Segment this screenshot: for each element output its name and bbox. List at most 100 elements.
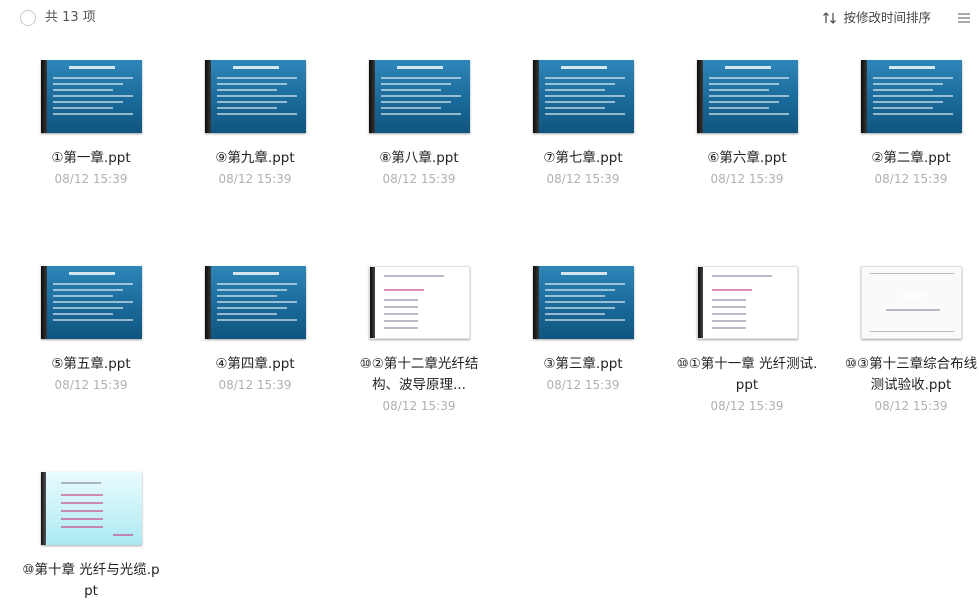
slide-text-line xyxy=(872,107,933,109)
slide-text-line xyxy=(383,306,418,308)
slide-text-line xyxy=(724,66,771,69)
slide-text-line xyxy=(869,331,954,332)
sort-label: 按修改时间排序 xyxy=(843,10,931,25)
slide-text-line xyxy=(383,289,424,291)
toolbar: 共 13 项 按修改时间排序 xyxy=(0,0,979,36)
file-item[interactable]: ⑤第五章.ppt 08/12 15:39 xyxy=(16,266,166,395)
slide-text-line xyxy=(380,113,461,115)
file-item[interactable]: ⑩第十章 光纤与光缆.ppt xyxy=(16,472,166,602)
file-date: 08/12 15:39 xyxy=(382,172,456,186)
sort-button[interactable]: 按修改时间排序 xyxy=(822,9,931,27)
file-item[interactable]: ①第一章.ppt 08/12 15:39 xyxy=(16,60,166,189)
file-item[interactable]: ⑩①第十一章 光纤测试.ppt 08/12 15:39 xyxy=(672,266,822,416)
slide-text-line xyxy=(872,89,933,91)
file-thumbnail-wrap xyxy=(672,266,822,346)
slide-text-line xyxy=(216,307,287,309)
slide-text-line xyxy=(60,510,103,512)
slide-text-line xyxy=(544,95,625,97)
file-name: ⑩第十章 光纤与光缆.ppt xyxy=(22,562,160,599)
file-name: ④第四章.ppt xyxy=(215,356,295,372)
slide-text-line xyxy=(112,534,133,536)
slide-text-line xyxy=(708,113,789,115)
slide-text-line xyxy=(544,301,625,303)
slide-text-line xyxy=(60,482,101,484)
file-date: 08/12 15:39 xyxy=(382,399,456,413)
slide-text-line xyxy=(52,289,123,291)
file-thumbnail-wrap xyxy=(16,60,166,140)
slide-text-line xyxy=(888,66,935,69)
slide-text-line xyxy=(52,77,133,79)
slide-text-line xyxy=(872,113,953,115)
file-date: 08/12 15:39 xyxy=(546,378,620,392)
file-item[interactable]: ⑩③第十三章综合布线测试验收.ppt 08/12 15:39 xyxy=(836,266,979,416)
slide-text-line xyxy=(544,283,625,285)
slide-text-line xyxy=(708,107,769,109)
slide-text-line xyxy=(216,83,287,85)
file-name: ⑩③第十三章综合布线测试验收.ppt xyxy=(844,356,978,393)
file-name: ⑦第七章.ppt xyxy=(543,150,623,166)
ppt-thumbnail xyxy=(40,472,142,545)
ppt-thumbnail xyxy=(40,60,142,133)
file-name: ⑨第九章.ppt xyxy=(215,150,295,166)
file-item[interactable]: ②第二章.ppt 08/12 15:39 xyxy=(836,60,979,189)
slide-text-line xyxy=(711,313,746,315)
slide-text-line xyxy=(52,313,113,315)
file-name: ⑤第五章.ppt xyxy=(51,356,131,372)
slide-text-line xyxy=(216,283,297,285)
slide-text-line xyxy=(232,272,279,275)
file-name: ⑩②第十二章光纤结构、波导原理... xyxy=(359,356,479,393)
file-name: ①第一章.ppt xyxy=(51,150,131,166)
file-item[interactable]: ③第三章.ppt 08/12 15:39 xyxy=(508,266,658,395)
file-item[interactable]: ⑧第八章.ppt 08/12 15:39 xyxy=(344,60,494,189)
slide-text-line xyxy=(216,107,277,109)
file-name: ③第三章.ppt xyxy=(543,356,623,372)
slide-text-line xyxy=(52,295,113,297)
file-date: 08/12 15:39 xyxy=(546,172,620,186)
file-date: 08/12 15:39 xyxy=(874,172,948,186)
slide-text-line xyxy=(544,101,615,103)
slide-text-line xyxy=(52,301,133,303)
slide-text-line xyxy=(383,275,444,277)
slide-text-line xyxy=(560,66,607,69)
ppt-thumbnail xyxy=(204,266,306,339)
file-date: 08/12 15:39 xyxy=(54,378,128,392)
slide-text-line xyxy=(560,272,607,275)
file-name: ②第二章.ppt xyxy=(871,150,951,166)
slide-text-line xyxy=(544,307,615,309)
slide-text-line xyxy=(711,320,746,322)
slide-text-line xyxy=(544,83,615,85)
file-name: ⑩①第十一章 光纤测试.ppt xyxy=(676,356,818,393)
file-item[interactable]: ④第四章.ppt 08/12 15:39 xyxy=(180,266,330,395)
file-item[interactable]: ⑦第七章.ppt 08/12 15:39 xyxy=(508,60,658,189)
file-thumbnail-wrap xyxy=(508,60,658,140)
file-item[interactable]: ⑥第六章.ppt 08/12 15:39 xyxy=(672,60,822,189)
select-all-checkbox[interactable] xyxy=(20,10,36,26)
slide-text-line xyxy=(872,95,953,97)
file-item[interactable]: ⑨第九章.ppt 08/12 15:39 xyxy=(180,60,330,189)
slide-text-line xyxy=(544,107,605,109)
file-name: ⑥第六章.ppt xyxy=(707,150,787,166)
file-date: 08/12 15:39 xyxy=(54,172,128,186)
ppt-thumbnail xyxy=(368,266,470,339)
slide-text-line xyxy=(872,83,943,85)
file-date: 08/12 15:39 xyxy=(218,378,292,392)
ppt-thumbnail xyxy=(860,60,962,133)
slide-text-line xyxy=(216,113,297,115)
slide-text-line xyxy=(60,526,103,528)
list-menu-icon[interactable] xyxy=(957,11,971,25)
file-item[interactable]: ⑩②第十二章光纤结构、波导原理... 08/12 15:39 xyxy=(344,266,494,416)
slide-text-line xyxy=(52,283,133,285)
file-thumbnail-wrap xyxy=(836,60,979,140)
slide-text-line xyxy=(383,320,418,322)
slide-text-line xyxy=(52,307,123,309)
slide-text-line xyxy=(544,89,605,91)
file-thumbnail-wrap xyxy=(672,60,822,140)
ppt-thumbnail xyxy=(696,60,798,133)
slide-text-line xyxy=(708,83,779,85)
slide-text-line xyxy=(60,502,103,504)
ppt-thumbnail xyxy=(204,60,306,133)
slide-text-line xyxy=(52,319,133,321)
slide-text-line xyxy=(544,289,615,291)
slide-text-line xyxy=(216,301,297,303)
slide-text-line xyxy=(711,299,746,301)
